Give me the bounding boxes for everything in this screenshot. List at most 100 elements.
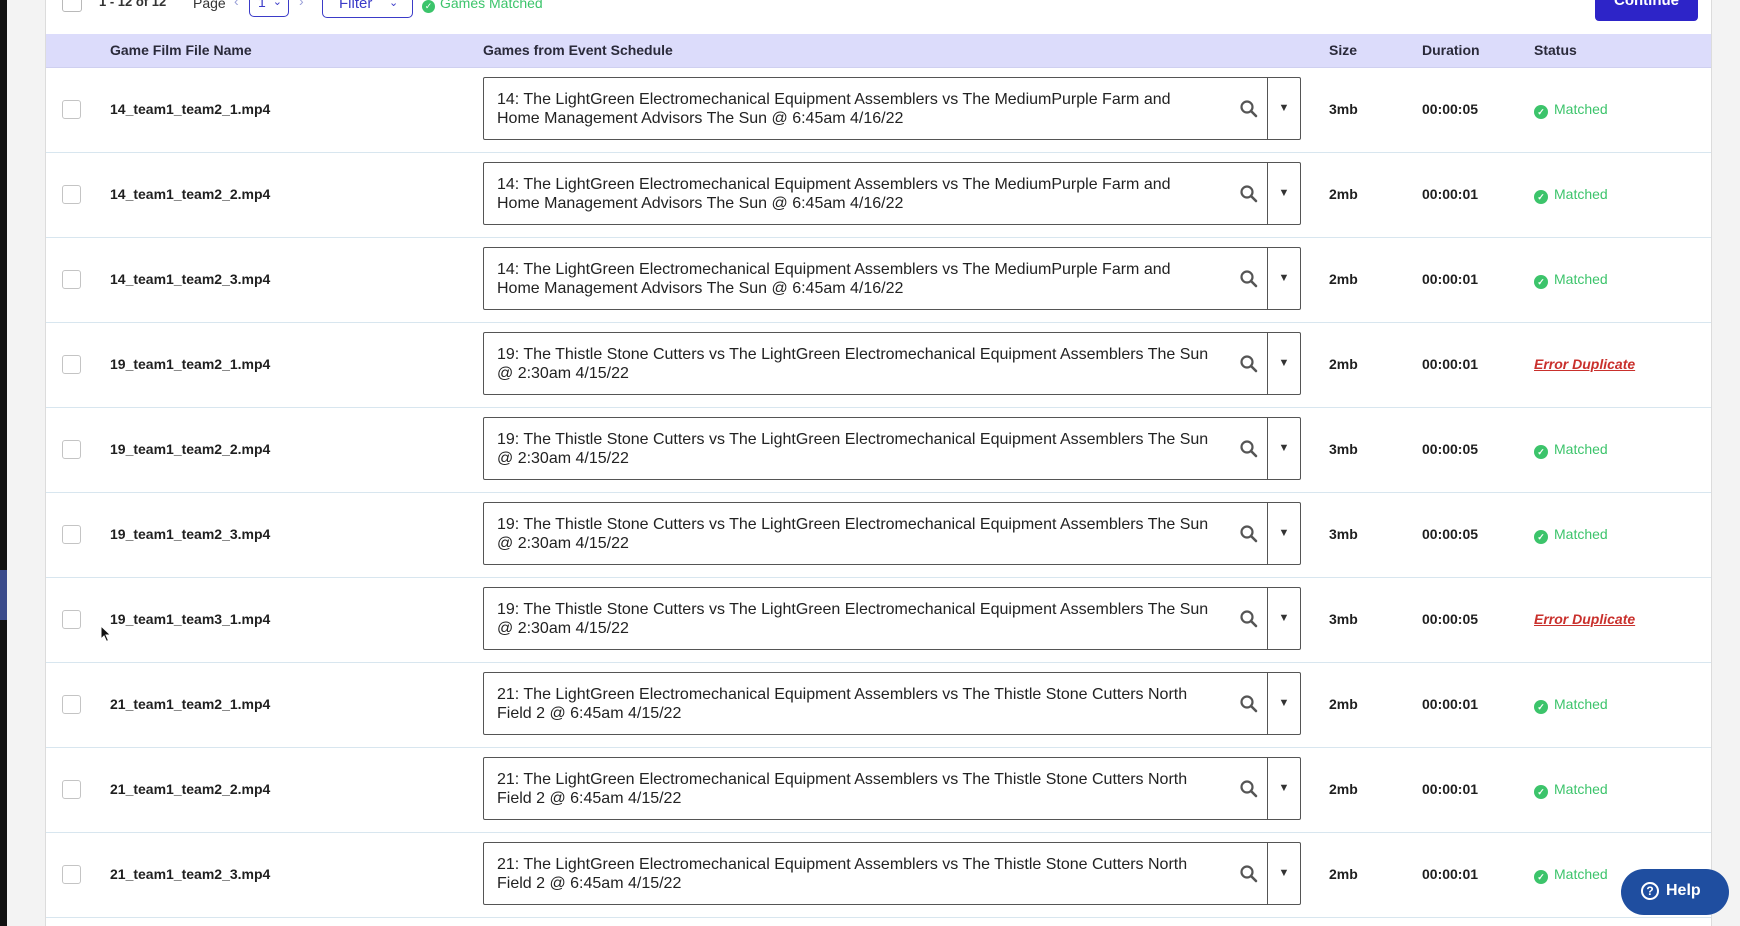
- game-select[interactable]: 21: The LightGreen Electromechanical Equ…: [483, 757, 1301, 820]
- game-select-value: 19: The Thistle Stone Cutters vs The Lig…: [497, 431, 1209, 467]
- table-row: 21_team1_team2_1.mp4 21: The LightGreen E…: [46, 662, 1711, 748]
- game-select[interactable]: 14: The LightGreen Electromechanical Equ…: [483, 247, 1301, 310]
- row-checkbox[interactable]: [62, 100, 81, 119]
- caret-down-icon[interactable]: ▼: [1268, 78, 1300, 139]
- search-icon[interactable]: [1239, 439, 1259, 459]
- row-checkbox[interactable]: [62, 525, 81, 544]
- row-checkbox[interactable]: [62, 865, 81, 884]
- search-icon[interactable]: [1239, 779, 1259, 799]
- row-checkbox[interactable]: [62, 355, 81, 374]
- file-size: 2mb: [1329, 186, 1358, 202]
- chevron-down-icon: ⌄: [272, 0, 282, 8]
- table-row: 21_team1_team2_2.mp4 21: The LightGreen E…: [46, 747, 1711, 833]
- game-select[interactable]: 19: The Thistle Stone Cutters vs The Lig…: [483, 587, 1301, 650]
- caret-down-icon[interactable]: ▼: [1268, 418, 1300, 479]
- file-name: 21_team1_team2_2.mp4: [110, 781, 271, 797]
- search-icon[interactable]: [1239, 609, 1259, 629]
- row-checkbox[interactable]: [62, 270, 81, 289]
- header-duration[interactable]: Duration: [1422, 42, 1480, 58]
- game-select-value: 21: The LightGreen Electromechanical Equ…: [497, 686, 1188, 722]
- check-circle-icon: ✓: [1534, 785, 1548, 799]
- game-select[interactable]: 19: The Thistle Stone Cutters vs The Lig…: [483, 417, 1301, 480]
- search-icon[interactable]: [1239, 354, 1259, 374]
- caret-down-icon[interactable]: ▼: [1268, 503, 1300, 564]
- header-size[interactable]: Size: [1329, 42, 1357, 58]
- caret-down-icon[interactable]: ▼: [1268, 843, 1300, 904]
- status-text[interactable]: Error Duplicate: [1534, 356, 1635, 372]
- help-button[interactable]: ? Help: [1621, 869, 1729, 915]
- search-icon[interactable]: [1239, 524, 1259, 544]
- question-circle-icon: ?: [1641, 882, 1659, 900]
- table-row: 19_team1_team2_2.mp4 19: The Thistle Ston…: [46, 407, 1711, 493]
- page-select[interactable]: 1 ⌄: [249, 0, 289, 17]
- table-row: 21_team1_team2_3.mp4 21: The LightGreen E…: [46, 832, 1711, 918]
- game-select[interactable]: 14: The LightGreen Electromechanical Equ…: [483, 77, 1301, 140]
- game-select[interactable]: 19: The Thistle Stone Cutters vs The Lig…: [483, 332, 1301, 395]
- file-size: 2mb: [1329, 356, 1358, 372]
- game-select-value: 14: The LightGreen Electromechanical Equ…: [497, 91, 1171, 127]
- caret-down-icon[interactable]: ▼: [1268, 163, 1300, 224]
- file-name: 19_team1_team2_3.mp4: [110, 526, 271, 542]
- status-text[interactable]: Error Duplicate: [1534, 611, 1635, 627]
- game-select[interactable]: 14: The LightGreen Electromechanical Equ…: [483, 162, 1301, 225]
- game-select[interactable]: 19: The Thistle Stone Cutters vs The Lig…: [483, 502, 1301, 565]
- status-text: Matched: [1554, 271, 1608, 287]
- prev-page-icon[interactable]: ‹: [234, 0, 239, 9]
- header-file-name[interactable]: Game Film File Name: [110, 42, 252, 58]
- row-checkbox[interactable]: [62, 780, 81, 799]
- status-text: Matched: [1554, 101, 1608, 117]
- status-badge: ✓ Matched: [1534, 526, 1608, 544]
- file-size: 2mb: [1329, 271, 1358, 287]
- file-name: 14_team1_team2_2.mp4: [110, 186, 271, 202]
- caret-down-icon[interactable]: ▼: [1268, 333, 1300, 394]
- caret-down-icon[interactable]: ▼: [1268, 248, 1300, 309]
- search-icon[interactable]: [1239, 864, 1259, 884]
- caret-down-icon[interactable]: ▼: [1268, 588, 1300, 649]
- filter-button[interactable]: Filter ⌄: [322, 0, 413, 18]
- row-checkbox[interactable]: [62, 185, 81, 204]
- game-select[interactable]: 21: The LightGreen Electromechanical Equ…: [483, 842, 1301, 905]
- row-checkbox[interactable]: [62, 610, 81, 629]
- file-name: 19_team1_team2_1.mp4: [110, 356, 271, 372]
- check-circle-icon: ✓: [1534, 105, 1548, 119]
- search-icon[interactable]: [1239, 694, 1259, 714]
- table-row: 14_team1_team2_2.mp4 14: The LightGreen E…: [46, 152, 1711, 238]
- background-window-mark: [0, 570, 7, 620]
- search-icon[interactable]: [1239, 99, 1259, 119]
- caret-down-icon[interactable]: ▼: [1268, 673, 1300, 734]
- caret-down-icon[interactable]: ▼: [1268, 758, 1300, 819]
- status-badge: ✓ Matched: [1534, 271, 1608, 289]
- file-size: 2mb: [1329, 696, 1358, 712]
- file-duration: 00:00:05: [1422, 441, 1479, 457]
- search-icon[interactable]: [1239, 269, 1259, 289]
- file-name: 19_team1_team3_1.mp4: [110, 611, 271, 627]
- status-badge[interactable]: Error Duplicate: [1534, 611, 1635, 627]
- status-badge: ✓ Matched: [1534, 781, 1608, 799]
- game-select[interactable]: 21: The LightGreen Electromechanical Equ…: [483, 672, 1301, 735]
- next-page-icon[interactable]: ›: [299, 0, 304, 9]
- help-label: Help: [1666, 882, 1701, 899]
- header-games[interactable]: Games from Event Schedule: [483, 42, 673, 58]
- continue-button[interactable]: Continue: [1595, 0, 1698, 21]
- row-checkbox[interactable]: [62, 440, 81, 459]
- file-duration: 00:00:05: [1422, 526, 1479, 542]
- row-checkbox[interactable]: [62, 695, 81, 714]
- select-all-checkbox[interactable]: [62, 0, 82, 12]
- status-badge: ✓ Matched: [1534, 186, 1608, 204]
- chevron-down-icon: ⌄: [389, 0, 399, 9]
- background-window-edge: [0, 0, 7, 926]
- status-badge: ✓ Matched: [1534, 101, 1608, 119]
- status-badge[interactable]: Error Duplicate: [1534, 356, 1635, 372]
- table-row: 14_team1_team2_3.mp4 14: The LightGreen E…: [46, 237, 1711, 323]
- status-badge: ✓ Matched: [1534, 866, 1608, 884]
- check-circle-icon: ✓: [1534, 530, 1548, 544]
- status-text: Matched: [1554, 186, 1608, 202]
- status-text: Matched: [1554, 866, 1608, 882]
- check-circle-icon: ✓: [1534, 190, 1548, 204]
- game-select-value: 14: The LightGreen Electromechanical Equ…: [497, 261, 1171, 297]
- search-icon[interactable]: [1239, 184, 1259, 204]
- header-status[interactable]: Status: [1534, 42, 1577, 58]
- file-size: 3mb: [1329, 526, 1358, 542]
- game-select-value: 21: The LightGreen Electromechanical Equ…: [497, 771, 1188, 807]
- file-duration: 00:00:01: [1422, 356, 1479, 372]
